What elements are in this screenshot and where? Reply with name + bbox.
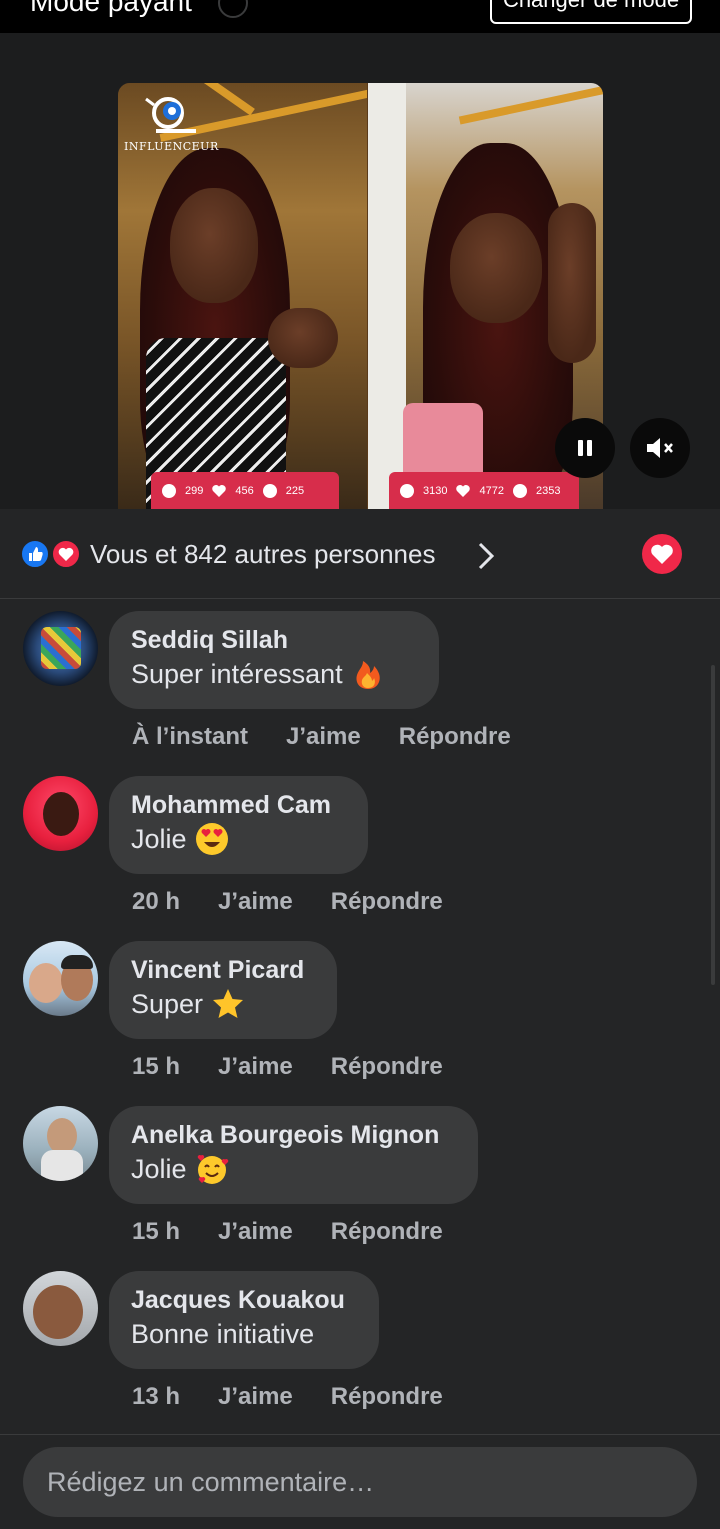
- like-button[interactable]: J’aime: [218, 1216, 293, 1248]
- left-comments-count: 299: [185, 484, 204, 497]
- comment-author[interactable]: Mohammed Cam: [131, 790, 346, 820]
- video-frame-left: INFLUENCEUR: [118, 83, 367, 509]
- mute-button[interactable]: [630, 418, 690, 478]
- comment-actions: À l’instant J’aime Répondre: [132, 721, 549, 753]
- scrollbar[interactable]: [711, 665, 715, 985]
- comment-time: À l’instant: [132, 723, 249, 750]
- avatar[interactable]: [23, 611, 98, 686]
- chevron-right-icon: [478, 542, 495, 570]
- comment-input[interactable]: [23, 1447, 697, 1517]
- comment-actions: 13 h J’aime Répondre: [132, 1381, 481, 1413]
- change-mode-button[interactable]: Changer de mode: [490, 0, 692, 24]
- comment-actions: 20 h J’aime Répondre: [132, 886, 481, 918]
- heart-eyes-emoji-icon: [195, 823, 228, 855]
- avatar[interactable]: [23, 1106, 98, 1181]
- right-comments-count: 3130: [423, 484, 448, 497]
- top-bar: Mode payant Changer de mode: [0, 0, 720, 33]
- pause-icon: [578, 440, 592, 456]
- reply-button[interactable]: Répondre: [331, 886, 443, 918]
- comment-time: 15 h: [132, 1218, 181, 1245]
- heart-icon: [456, 484, 471, 497]
- reactions-summary[interactable]: Vous et 842 autres personnes: [0, 509, 720, 599]
- avatar[interactable]: [23, 776, 98, 851]
- comment-item: Jacques Kouakou Bonne initiative 13 h J’…: [0, 1271, 720, 1436]
- reply-button[interactable]: Répondre: [331, 1381, 443, 1413]
- comment-author[interactable]: Seddiq Sillah: [131, 625, 417, 655]
- comment-actions: 15 h J’aime Répondre: [132, 1051, 481, 1083]
- comment-author[interactable]: Jacques Kouakou: [131, 1285, 357, 1315]
- comment-item: Mohammed Cam Jolie 20 h J’aime Répondre: [0, 776, 720, 941]
- like-button[interactable]: J’aime: [218, 1381, 293, 1413]
- logo-text: INFLUENCEUR: [124, 140, 219, 153]
- comment-bubble[interactable]: Mohammed Cam Jolie: [109, 776, 368, 874]
- comment-time: 20 h: [132, 888, 181, 915]
- avatar[interactable]: [23, 941, 98, 1016]
- comment-text: Super intéressant: [131, 659, 343, 689]
- left-views-count: 225: [285, 484, 305, 497]
- smiling-face-with-hearts-emoji-icon: [197, 1155, 228, 1184]
- heart-icon: [212, 484, 227, 497]
- star-emoji-icon: [213, 989, 244, 1018]
- comment-item: Vincent Picard Super 15 h J’aime Répondr…: [0, 941, 720, 1106]
- like-button[interactable]: J’aime: [286, 721, 361, 753]
- media-area: INFLUENCEUR 299 456 225 3130 4772 2353: [0, 33, 720, 509]
- comment-bubble[interactable]: Vincent Picard Super: [109, 941, 337, 1039]
- comment-composer: [0, 1434, 720, 1529]
- right-views-count: 2353: [535, 484, 561, 497]
- right-stats-bar: 3130 4772 2353: [389, 472, 579, 509]
- reactions-summary-text: Vous et 842 autres personnes: [90, 539, 436, 569]
- love-react-button[interactable]: [642, 534, 682, 574]
- reply-button[interactable]: Répondre: [331, 1216, 443, 1248]
- avatar[interactable]: [23, 1271, 98, 1346]
- like-button[interactable]: J’aime: [218, 886, 293, 918]
- comment-text: Bonne initiative: [131, 1319, 315, 1349]
- view-icon: [512, 483, 527, 498]
- pause-button[interactable]: [555, 418, 615, 478]
- comment-author[interactable]: Vincent Picard: [131, 955, 315, 985]
- comment-item: Seddiq Sillah Super intéressant À l’inst…: [0, 611, 720, 776]
- right-likes-count: 4772: [479, 484, 504, 497]
- mute-icon: [647, 438, 673, 458]
- comment-bubble[interactable]: Anelka Bourgeois Mignon Jolie: [109, 1106, 478, 1204]
- comment-time: 13 h: [132, 1383, 181, 1410]
- mode-label: Mode payant: [30, 0, 192, 17]
- mode-info-icon[interactable]: [218, 0, 248, 18]
- comment-bubble[interactable]: Seddiq Sillah Super intéressant: [109, 611, 439, 709]
- heart-icon: [651, 544, 673, 564]
- left-likes-count: 456: [235, 484, 254, 497]
- reply-button[interactable]: Répondre: [331, 1051, 443, 1083]
- comment-text: Super: [131, 989, 204, 1019]
- video-player[interactable]: INFLUENCEUR 299 456 225 3130 4772 2353: [118, 83, 603, 509]
- like-love-reaction-icons: [20, 539, 81, 569]
- comment-icon: [162, 483, 176, 498]
- comment-author[interactable]: Anelka Bourgeois Mignon: [131, 1120, 456, 1150]
- comment-item: Anelka Bourgeois Mignon Jolie 15 h J’aim…: [0, 1106, 720, 1271]
- comment-text: Jolie: [131, 824, 187, 854]
- view-icon: [262, 483, 277, 498]
- fire-emoji-icon: [356, 661, 380, 689]
- left-stats-bar: 299 456 225: [151, 472, 339, 509]
- comment-bubble[interactable]: Jacques Kouakou Bonne initiative: [109, 1271, 379, 1369]
- like-button[interactable]: J’aime: [218, 1051, 293, 1083]
- reply-button[interactable]: Répondre: [399, 721, 511, 753]
- comment-text: Jolie: [131, 1154, 187, 1184]
- comment-time: 15 h: [132, 1053, 181, 1080]
- comment-actions: 15 h J’aime Répondre: [132, 1216, 481, 1248]
- comment-icon: [400, 483, 414, 498]
